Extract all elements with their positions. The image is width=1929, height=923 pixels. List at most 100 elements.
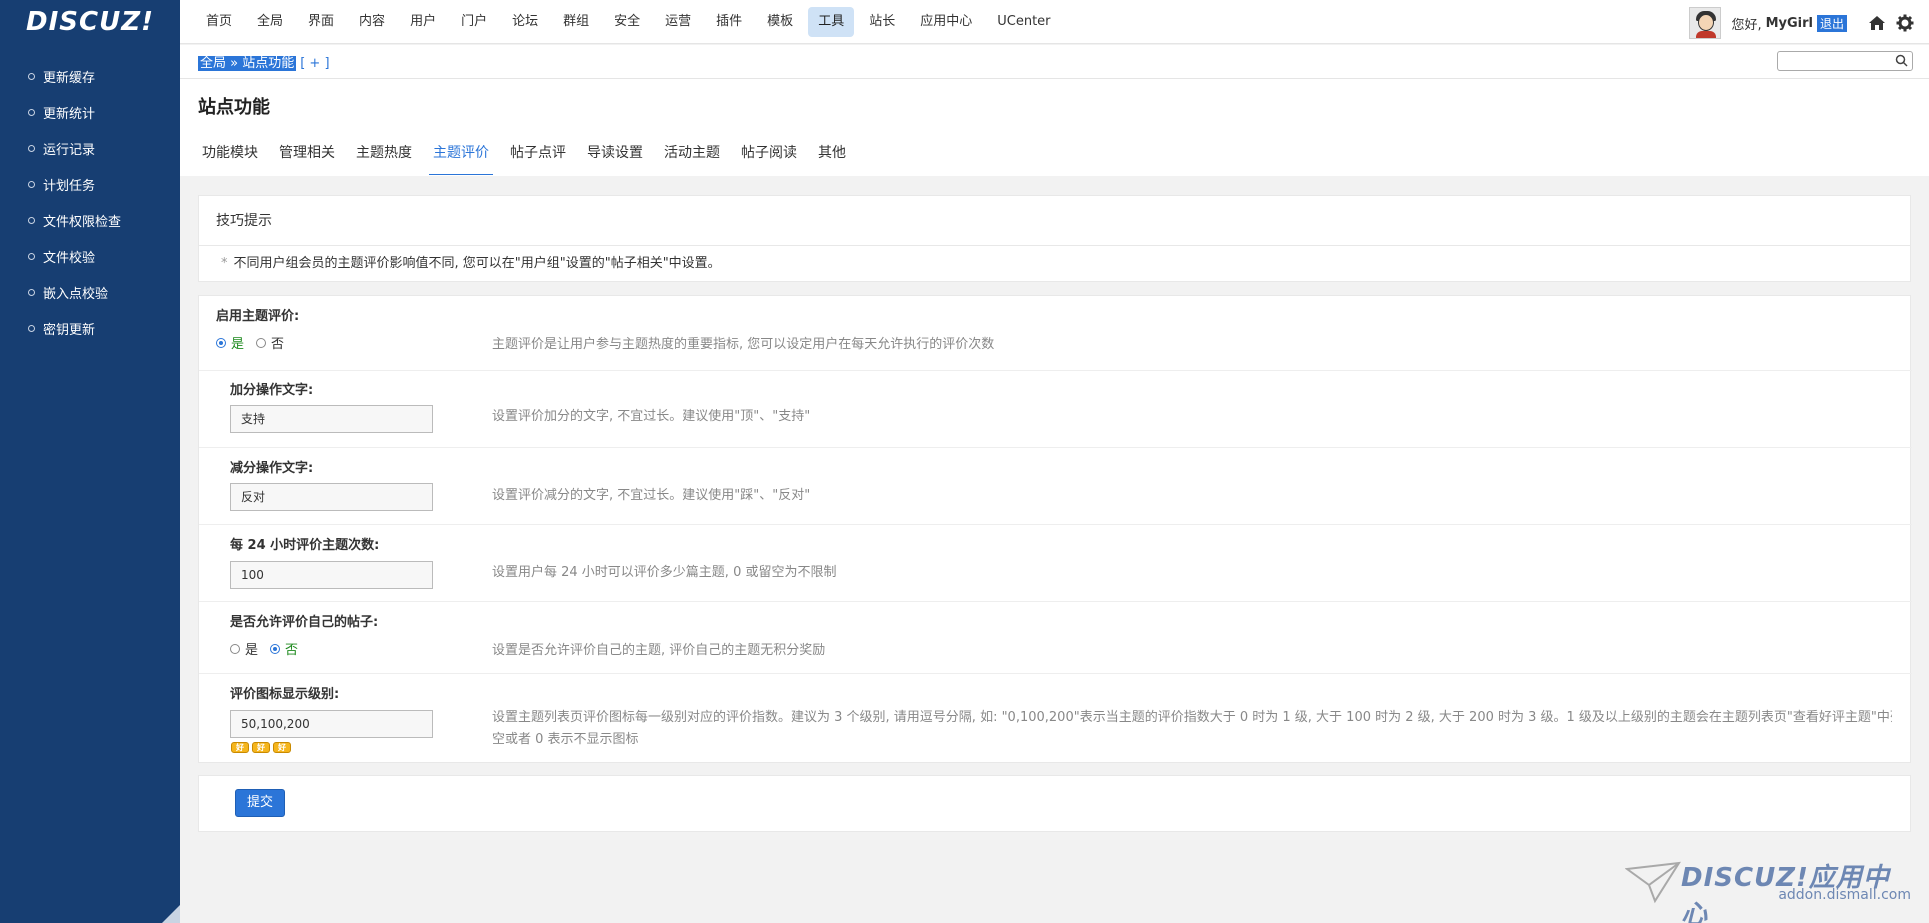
setting-label: 启用主题评价: bbox=[216, 309, 300, 324]
greeting-text: 您好, bbox=[1731, 17, 1762, 33]
tab[interactable]: 帖子阅读 bbox=[737, 131, 801, 175]
search-box[interactable] bbox=[1777, 51, 1913, 71]
home-icon[interactable] bbox=[1867, 13, 1887, 33]
nav-item[interactable]: 全局 bbox=[247, 7, 293, 37]
tab[interactable]: 导读设置 bbox=[583, 131, 647, 175]
nav-menu: 首页 全局 界面 内容 用户 门户 论坛 群组 安全 运营 插件 模板 工具 站长 应用中心 UCenter bbox=[196, 7, 1066, 37]
tab[interactable]: 功能模块 bbox=[198, 131, 262, 175]
sidebar-item-label: 运行记录 bbox=[43, 142, 96, 158]
nav-item[interactable]: 内容 bbox=[349, 7, 395, 37]
nav-item[interactable]: 运营 bbox=[655, 7, 701, 37]
setting-enable-rating: 启用主题评价: 是 否 主题评价是让用户参与主题热度的重要指标, 您可以设定用户… bbox=[199, 296, 1912, 371]
sidebar-item[interactable]: 更新缓存 bbox=[0, 58, 180, 94]
top-navigation: 首页 全局 界面 内容 用户 门户 论坛 群组 安全 运营 插件 模板 工具 站长 应用中心 UCenter … bbox=[180, 0, 1929, 44]
sidebar-item[interactable]: 文件权限检查 bbox=[0, 202, 180, 238]
sidebar-item[interactable]: 更新统计 bbox=[0, 94, 180, 130]
search-icon[interactable] bbox=[1895, 54, 1908, 71]
tab-bar: 功能模块 管理相关 主题热度 主题评价 帖子点评 导读设置 活动主题 帖子阅读 其他 bbox=[198, 131, 863, 175]
plus-text-input[interactable]: 支持 bbox=[230, 405, 433, 433]
setting-daily-limit: 每 24 小时评价主题次数: 100 设置用户每 24 小时可以评价多少篇主题,… bbox=[199, 525, 1912, 602]
nav-item[interactable]: 群组 bbox=[553, 7, 599, 37]
user-area: 您好, MyGirl 退出 bbox=[1689, 7, 1915, 39]
gear-icon[interactable] bbox=[1895, 13, 1915, 33]
add-shortcut-link[interactable]: [ + ] bbox=[300, 56, 329, 71]
nav-item[interactable]: 论坛 bbox=[502, 7, 548, 37]
discuz-logo[interactable]: DISCUZ! bbox=[0, 0, 180, 44]
nav-item[interactable]: 首页 bbox=[196, 7, 242, 37]
setting-icon-levels: 评价图标显示级别: 50,100,200 好 好 好 设置主题列表页评价图标每一… bbox=[199, 674, 1912, 762]
tips-box: 技巧提示 * 不同用户组会员的主题评价影响值不同, 您可以在"用户组"设置的"帖子… bbox=[198, 195, 1911, 282]
nav-item[interactable]: 站长 bbox=[859, 7, 905, 37]
daily-limit-input[interactable]: 100 bbox=[230, 561, 433, 589]
tab[interactable]: 帖子点评 bbox=[506, 131, 570, 175]
nav-item[interactable]: 工具 bbox=[808, 7, 855, 37]
bullet-icon bbox=[28, 216, 35, 224]
username[interactable]: MyGirl bbox=[1766, 16, 1813, 31]
nav-item[interactable]: 应用中心 bbox=[910, 7, 982, 37]
sidebar-corner-decoration bbox=[162, 905, 180, 923]
self-rate-yes-radio[interactable] bbox=[230, 643, 240, 654]
tab[interactable]: 其他 bbox=[814, 131, 850, 175]
setting-desc: 设置评价减分的文字, 不宜过长。建议使用"踩"、"反对" bbox=[492, 488, 811, 503]
nav-item[interactable]: 模板 bbox=[757, 7, 803, 37]
submit-button[interactable]: 提交 bbox=[235, 789, 285, 817]
self-rate-radio-group: 是 否 bbox=[230, 639, 310, 658]
self-rate-no-radio[interactable] bbox=[270, 643, 281, 654]
sidebar-item-label: 密钥更新 bbox=[43, 322, 96, 338]
nav-item[interactable]: 插件 bbox=[706, 7, 752, 37]
bullet-icon bbox=[28, 288, 35, 296]
setting-self-rate: 是否允许评价自己的帖子: 是 否 设置是否允许评价自己的主题, 评价自己的主题无… bbox=[199, 602, 1912, 674]
logout-link[interactable]: 退出 bbox=[1816, 14, 1847, 32]
setting-desc: 设置评价加分的文字, 不宜过长。建议使用"顶"、"支持" bbox=[492, 409, 811, 424]
page-title: 站点功能 bbox=[198, 97, 270, 118]
rating-badges: 好 好 好 bbox=[231, 742, 294, 753]
enable-radio-group: 是 否 bbox=[216, 333, 296, 352]
tab[interactable]: 管理相关 bbox=[275, 131, 339, 175]
nav-item[interactable]: 用户 bbox=[400, 7, 446, 37]
sidebar-item[interactable]: 嵌入点校验 bbox=[0, 274, 180, 310]
setting-label: 是否允许评价自己的帖子: bbox=[230, 615, 379, 630]
setting-plus-text: 加分操作文字: 支持 设置评价加分的文字, 不宜过长。建议使用"顶"、"支持" bbox=[199, 371, 1912, 448]
rating-badge-icon: 好 bbox=[252, 742, 270, 753]
search-input[interactable] bbox=[1782, 52, 1892, 70]
setting-minus-text: 减分操作文字: 反对 设置评价减分的文字, 不宜过长。建议使用"踩"、"反对" bbox=[199, 448, 1912, 525]
breadcrumb-text[interactable]: 全局 » 站点功能 bbox=[198, 56, 297, 71]
breadcrumb-bar: 全局 » 站点功能[ + ] bbox=[180, 45, 1929, 79]
tips-text: * 不同用户组会员的主题评价影响值不同, 您可以在"用户组"设置的"帖子相关"中设… bbox=[221, 256, 721, 271]
minus-text-input[interactable]: 反对 bbox=[230, 483, 433, 511]
setting-label: 减分操作文字: bbox=[230, 461, 314, 476]
setting-label: 加分操作文字: bbox=[230, 383, 314, 398]
bullet-icon bbox=[28, 180, 35, 188]
sidebar-item[interactable]: 密钥更新 bbox=[0, 310, 180, 346]
enable-no-radio[interactable] bbox=[256, 337, 267, 348]
enable-yes-radio[interactable] bbox=[216, 337, 226, 348]
nav-item[interactable]: 安全 bbox=[604, 7, 650, 37]
sidebar-item[interactable]: 计划任务 bbox=[0, 166, 180, 202]
sidebar: DISCUZ! 更新缓存更新统计运行记录计划任务文件权限检查 文件校验嵌入点校验密… bbox=[0, 0, 180, 923]
sidebar-item-label: 文件权限检查 bbox=[43, 214, 122, 230]
bullet-icon bbox=[28, 144, 35, 152]
sidebar-item-label: 更新统计 bbox=[43, 106, 96, 122]
paper-plane-icon bbox=[1625, 861, 1681, 904]
icon-levels-input[interactable]: 50,100,200 bbox=[230, 710, 433, 738]
nav-item[interactable]: 门户 bbox=[451, 7, 497, 37]
avatar[interactable] bbox=[1689, 7, 1722, 39]
setting-desc: 设置是否允许评价自己的主题, 评价自己的主题无积分奖励 bbox=[492, 643, 826, 658]
nav-item[interactable]: 界面 bbox=[298, 7, 344, 37]
sidebar-menu: 更新缓存更新统计运行记录计划任务文件权限检查 文件校验嵌入点校验密钥更新 bbox=[0, 58, 180, 346]
breadcrumb: 全局 » 站点功能[ + ] bbox=[198, 52, 330, 71]
nav-item[interactable]: UCenter bbox=[987, 7, 1060, 37]
setting-desc: 主题评价是让用户参与主题热度的重要指标, 您可以设定用户在每天允许执行的评价次数 bbox=[492, 337, 995, 352]
watermark-url: addon.dismall.com bbox=[1778, 887, 1911, 903]
sidebar-item[interactable]: 运行记录 bbox=[0, 130, 180, 166]
page-header: 站点功能 功能模块 管理相关 主题热度 主题评价 帖子点评 导读设置 活动主题 帖子阅读 其他 bbox=[180, 79, 1929, 176]
tab[interactable]: 主题评价 bbox=[429, 131, 493, 175]
sidebar-item-label: 文件校验 bbox=[43, 250, 96, 266]
tab[interactable]: 活动主题 bbox=[660, 131, 724, 175]
submit-area: 提交 bbox=[198, 775, 1911, 832]
bullet-icon bbox=[28, 72, 35, 80]
sidebar-item[interactable]: 文件校验 bbox=[0, 238, 180, 274]
tab[interactable]: 主题热度 bbox=[352, 131, 416, 175]
bullet-icon bbox=[28, 108, 35, 116]
settings-form: 启用主题评价: 是 否 主题评价是让用户参与主题热度的重要指标, 您可以设定用户… bbox=[198, 295, 1912, 763]
